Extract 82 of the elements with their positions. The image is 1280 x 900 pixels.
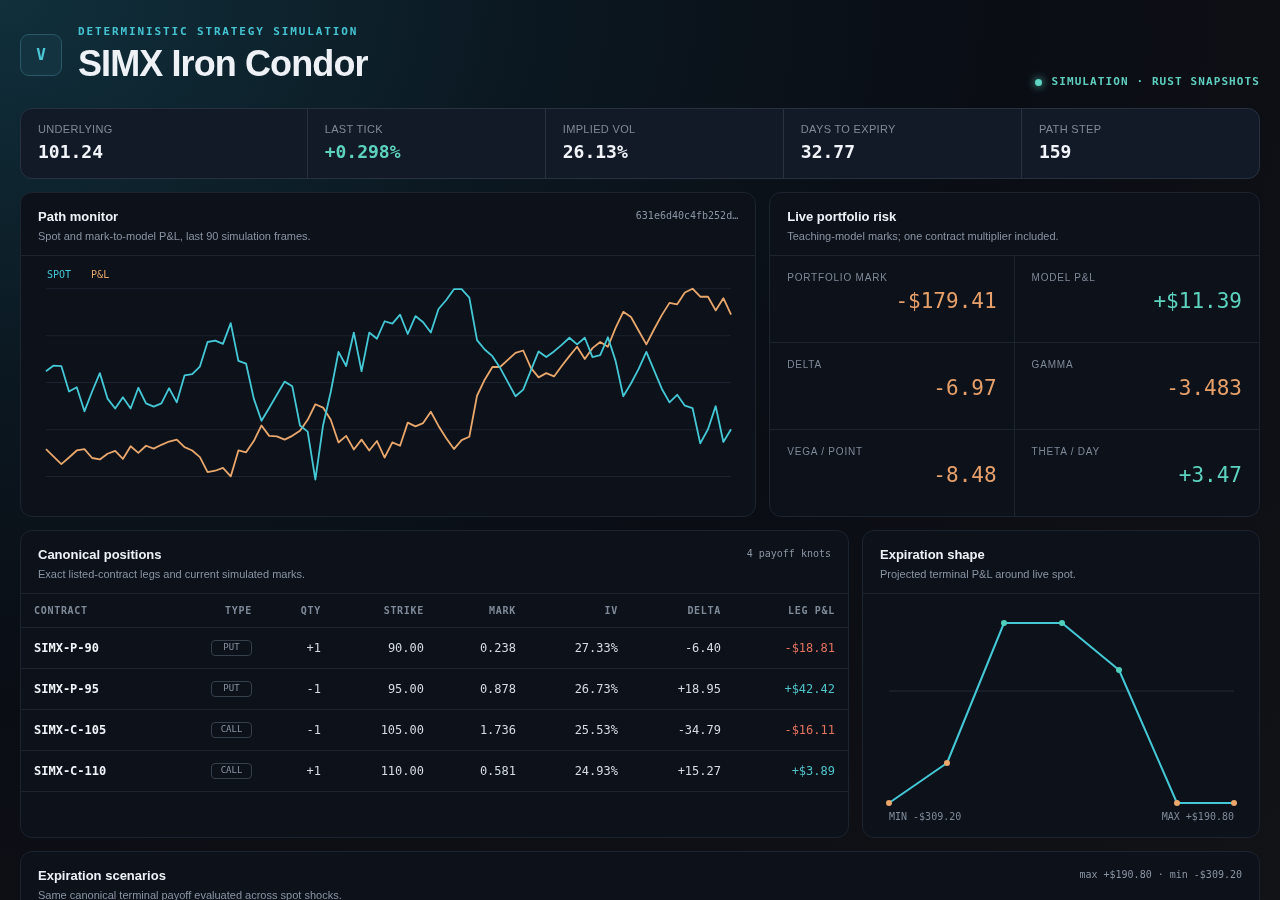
stat-value: 101.24 <box>38 141 105 163</box>
panel-subtitle: Projected terminal P&L around live spot. <box>880 567 1076 582</box>
table-cell-text: +18.95 <box>677 681 721 698</box>
table-cell-text: -1 <box>306 681 321 698</box>
stat-label: DAYS TO EXPIRY <box>800 122 897 136</box>
stat-value: 159 <box>1038 141 1073 163</box>
type-tag: PUT <box>211 640 252 656</box>
table-cell-text: SIMX-P-90 <box>34 640 100 657</box>
page-kicker: DETERMINISTIC STRATEGY SIMULATION <box>78 25 360 39</box>
panel-subtitle: Exact listed-contract legs and current simulated marks. <box>38 567 306 582</box>
legend-label: P&L <box>91 268 110 282</box>
stat-value: 26.13% <box>562 141 629 163</box>
snapshot-hash: 631e6d40c4fb252d… <box>635 209 739 223</box>
stat-label: IMPLIED VOL <box>562 122 637 136</box>
type-tag: PUT <box>211 681 252 697</box>
metric-label: THETA / DAY <box>1031 445 1102 459</box>
panel-subtitle: Teaching-model marks; one contract multiplier included. <box>787 229 1059 244</box>
metric-value: -$179.41 <box>895 288 997 314</box>
table-cell-text: +$42.42 <box>784 681 835 698</box>
panel-title: Live portfolio risk <box>787 208 898 226</box>
max-label: MAX +$190.80 <box>1161 810 1234 824</box>
table-cell-text: SIMX-C-110 <box>34 763 107 780</box>
column-header: STRIKE <box>383 604 424 618</box>
panel-title: Path monitor <box>38 208 120 226</box>
column-header: MARK <box>489 604 516 618</box>
column-header: TYPE <box>225 604 252 618</box>
table-cell-text: 27.33% <box>574 640 618 657</box>
table-cell-text: -6.40 <box>684 640 721 657</box>
panel-subtitle: Spot and mark-to-model P&L, last 90 simulation frames. <box>38 229 311 244</box>
metric-value: +3.47 <box>1178 462 1242 488</box>
knots-note: 4 payoff knots <box>746 547 831 561</box>
metric-label: GAMMA <box>1031 358 1075 372</box>
stat-value: +0.298% <box>324 141 402 163</box>
metric-value: +$11.39 <box>1153 288 1242 314</box>
table-cell-text: +15.27 <box>677 763 721 780</box>
legend-label: SPOT <box>47 268 72 282</box>
table-cell-text: 95.00 <box>387 681 424 698</box>
table-cell-text: 25.53% <box>574 722 618 739</box>
metric-value: -3.483 <box>1166 375 1242 401</box>
column-header: LEG P&L <box>787 604 835 618</box>
column-header: CONTRACT <box>34 604 88 618</box>
table-cell-text: 110.00 <box>380 763 424 780</box>
metric-label: DELTA <box>787 358 823 372</box>
table-cell-text: 0.238 <box>479 640 516 657</box>
table-cell-text: 105.00 <box>380 722 424 739</box>
stat-label: UNDERLYING <box>38 122 114 136</box>
panel-title: Canonical positions <box>38 546 163 564</box>
status-label: SIMULATION · RUST SNAPSHOTS <box>1051 75 1260 89</box>
panel-title: Expiration shape <box>880 546 986 564</box>
table-cell-text: SIMX-P-95 <box>34 681 100 698</box>
table-cell-text: -$18.81 <box>784 640 835 657</box>
table-cell-text: 24.93% <box>574 763 618 780</box>
metric-label: VEGA / POINT <box>787 445 864 459</box>
logo: V <box>20 34 62 76</box>
table-cell-text: 90.00 <box>387 640 424 657</box>
table-cell-text: -$16.11 <box>784 722 835 739</box>
stat-label: PATH STEP <box>1038 122 1103 136</box>
column-header: DELTA <box>687 604 721 618</box>
metric-value: -8.48 <box>933 462 997 488</box>
metric-label: PORTFOLIO MARK <box>787 271 889 285</box>
stat-label: LAST TICK <box>324 122 384 136</box>
min-label: MIN -$309.20 <box>889 810 962 824</box>
metric-label: MODEL P&L <box>1031 271 1097 285</box>
stat-value: 32.77 <box>800 141 857 163</box>
range-label: max +$190.80 · min -$309.20 <box>1079 868 1242 882</box>
panel-title: Expiration scenarios <box>38 867 167 885</box>
table-cell-text: +$3.89 <box>791 763 835 780</box>
table-cell-text: 1.736 <box>479 722 516 739</box>
table-cell-text: +1 <box>306 640 321 657</box>
table-cell-text: 0.581 <box>479 763 516 780</box>
table-cell-text: 26.73% <box>574 681 618 698</box>
table-cell-text: SIMX-C-105 <box>34 722 107 739</box>
table-cell-text: 0.878 <box>479 681 516 698</box>
table-cell-text: +1 <box>306 763 321 780</box>
table-cell-text: -34.79 <box>677 722 721 739</box>
table-cell-text: -1 <box>306 722 321 739</box>
type-tag: CALL <box>211 763 252 779</box>
page-title: SIMX Iron Condor <box>78 43 368 85</box>
metric-value: -6.97 <box>933 375 997 401</box>
column-header: IV <box>604 604 618 618</box>
type-tag: CALL <box>211 722 252 738</box>
column-header: QTY <box>300 604 321 618</box>
